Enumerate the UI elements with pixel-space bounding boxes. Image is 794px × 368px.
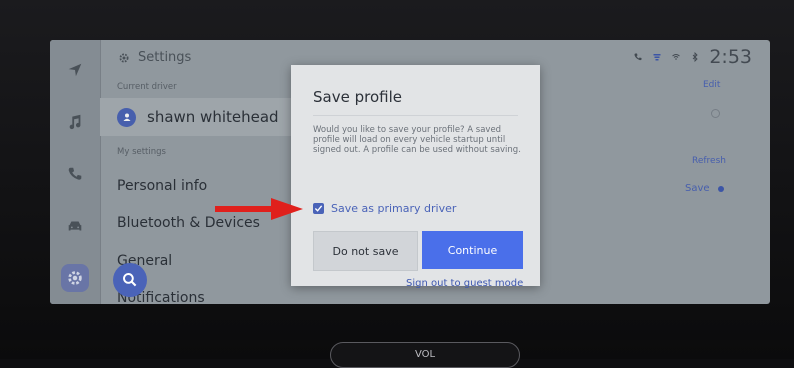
radio-option[interactable] <box>711 109 720 118</box>
primary-driver-checkbox[interactable] <box>313 203 324 214</box>
car-icon <box>68 221 82 231</box>
settings-header: Settings <box>118 50 191 65</box>
dialog-divider <box>313 115 518 116</box>
refresh-link[interactable]: Refresh <box>692 156 726 166</box>
bluetooth-icon <box>693 52 698 62</box>
section-current-driver: Current driver <box>117 82 177 92</box>
person-icon <box>123 113 130 121</box>
page-title: Settings <box>138 50 192 65</box>
primary-driver-checkbox-row[interactable]: Save as primary driver <box>313 202 456 215</box>
music-icon <box>69 114 81 130</box>
rail-settings-highlight <box>61 264 89 292</box>
dialog-title: Save profile <box>313 88 402 106</box>
rail-navigation[interactable] <box>50 44 100 96</box>
checkmark-icon <box>314 205 323 212</box>
section-my-settings: My settings <box>117 147 166 157</box>
phone-icon <box>68 167 82 180</box>
save-profile-dialog: Save profile Would you like to save your… <box>291 65 540 286</box>
clock: 2:53 <box>709 46 752 68</box>
dialog-body: Would you like to save your profile? A s… <box>313 125 521 155</box>
rail-music[interactable] <box>50 96 100 148</box>
do-not-save-button[interactable]: Do not save <box>313 231 418 271</box>
edit-link[interactable]: Edit <box>703 80 720 90</box>
sign-out-guest-link[interactable]: Sign out to guest mode <box>406 278 523 289</box>
gear-icon <box>119 53 129 62</box>
settings-icon <box>68 271 82 285</box>
volume-knob[interactable]: VOL <box>330 342 520 368</box>
wifi-signal-icon <box>672 54 681 60</box>
bluetooth-audio-icon <box>653 54 661 61</box>
menu-personal-info[interactable]: Personal info <box>117 178 207 194</box>
search-button[interactable] <box>113 263 147 297</box>
save-radio-selected <box>717 185 724 192</box>
rail-vehicle[interactable] <box>50 200 100 252</box>
driver-name: shawn whitehead <box>147 108 279 126</box>
rail-settings[interactable] <box>50 252 100 304</box>
continue-button[interactable]: Continue <box>422 231 523 269</box>
primary-driver-label: Save as primary driver <box>331 202 457 215</box>
rail-phone[interactable] <box>50 148 100 200</box>
knob-label: VOL <box>414 349 436 360</box>
phone-icon <box>634 53 642 61</box>
avatar <box>117 107 136 127</box>
navigation-icon <box>68 63 82 77</box>
search-icon <box>123 273 137 287</box>
annotation-arrow-icon <box>215 198 303 220</box>
status-bar: 2:53 <box>633 46 752 68</box>
save-toggle[interactable]: Save <box>685 183 724 194</box>
save-label: Save <box>685 183 710 194</box>
left-rail <box>50 40 101 304</box>
